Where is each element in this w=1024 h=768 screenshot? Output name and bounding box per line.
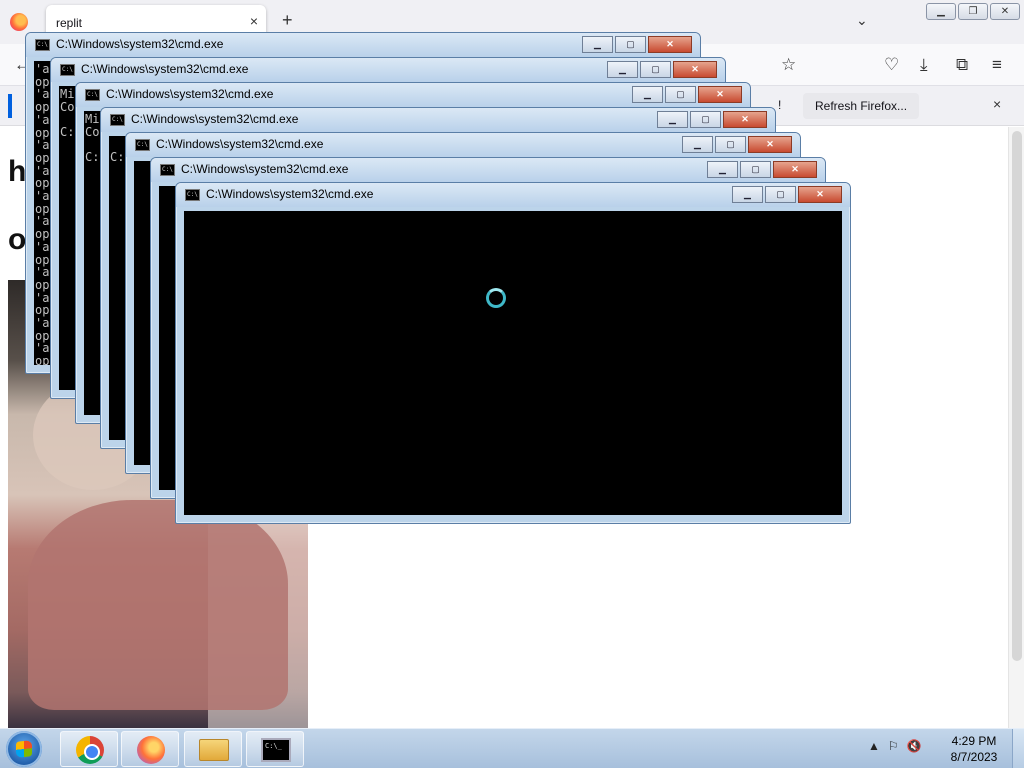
cmd-close-button[interactable]: ✕ — [673, 61, 717, 78]
taskbar-chrome[interactable] — [60, 731, 118, 767]
cmd-title-bar[interactable]: C:\ C:\Windows\system32\cmd.exe ▁ ▢ ✕ — [101, 108, 775, 132]
cmd-minimize-button[interactable]: ▁ — [732, 186, 763, 203]
volume-muted-icon[interactable]: 🔇 — [907, 739, 922, 753]
cmd-maximize-button[interactable]: ▢ — [715, 136, 746, 153]
cmd-window-title: C:\Windows\system32\cmd.exe — [206, 187, 374, 201]
page-scrollbar[interactable] — [1008, 127, 1024, 728]
tab-title: replit — [56, 16, 83, 30]
window-close-button[interactable]: ✕ — [990, 3, 1020, 20]
cmd-close-button[interactable]: ✕ — [698, 86, 742, 103]
cmd-window-title: C:\Windows\system32\cmd.exe — [131, 112, 299, 126]
cmd-close-button[interactable]: ✕ — [773, 161, 817, 178]
cmd-maximize-button[interactable]: ▢ — [765, 186, 796, 203]
chrome-icon — [76, 736, 104, 764]
cmd-minimize-button[interactable]: ▁ — [657, 111, 688, 128]
taskbar-explorer[interactable] — [184, 731, 242, 767]
list-all-tabs-button[interactable]: ⌄ — [856, 12, 868, 29]
extensions-icon[interactable]: ⧉ — [956, 55, 968, 75]
new-tab-button[interactable]: + — [282, 10, 293, 31]
refresh-firefox-button[interactable]: Refresh Firefox... — [803, 93, 920, 119]
cmd-title-bar[interactable]: C:\ C:\Windows\system32\cmd.exe ▁ ▢ ✕ — [51, 58, 725, 82]
page-heading-2: o — [8, 223, 27, 256]
cmd-window-title: C:\Windows\system32\cmd.exe — [106, 87, 274, 101]
windows-logo-icon — [16, 740, 32, 758]
cmd-window-icon: C:\ — [85, 89, 100, 101]
firefox-taskbar-icon — [137, 736, 165, 764]
cmd-window-title: C:\Windows\system32\cmd.exe — [181, 162, 349, 176]
cmd-window-icon: C:\ — [60, 64, 75, 76]
cmd-window-title: C:\Windows\system32\cmd.exe — [56, 37, 224, 51]
window-controls: ▁ ❐ ✕ — [926, 3, 1020, 20]
taskbar-cmd[interactable]: C:\_ — [246, 731, 304, 767]
cmd-title-bar[interactable]: C:\ C:\Windows\system32\cmd.exe ▁ ▢ ✕ — [126, 133, 800, 157]
notification-accent — [8, 94, 12, 118]
cmd-close-button[interactable]: ✕ — [723, 111, 767, 128]
clock-date: 8/7/2023 — [950, 750, 998, 764]
cmd-window-icon: C:\ — [160, 164, 175, 176]
cmd-minimize-button[interactable]: ▁ — [632, 86, 663, 103]
window-minimize-button[interactable]: ▁ — [926, 3, 956, 20]
cmd-close-button[interactable]: ✕ — [648, 36, 692, 53]
pocket-icon[interactable]: ♡ — [884, 55, 899, 75]
cmd-window-icon: C:\ — [185, 189, 200, 201]
cmd-window-icon: C:\ — [135, 139, 150, 151]
cmd-icon: C:\_ — [261, 738, 291, 762]
cmd-window-icon: C:\ — [35, 39, 50, 51]
cmd-title-bar[interactable]: C:\ C:\Windows\system32\cmd.exe ▁ ▢ ✕ — [151, 158, 825, 182]
clock[interactable]: 4:29 PM 8/7/2023 — [944, 733, 1004, 765]
notification-close-icon[interactable]: × — [993, 96, 1001, 112]
cmd-title-bar[interactable]: C:\ C:\Windows\system32\cmd.exe ▁ ▢ ✕ — [26, 33, 700, 57]
network-icon[interactable]: ⚐ — [888, 739, 899, 753]
bookmark-star-icon[interactable]: ☆ — [781, 55, 796, 75]
cmd-minimize-button[interactable]: ▁ — [582, 36, 613, 53]
cmd-minimize-button[interactable]: ▁ — [682, 136, 713, 153]
notification-text-fragment: ! — [778, 98, 782, 112]
taskbar-firefox[interactable] — [121, 731, 179, 767]
show-hidden-icons-button[interactable]: ▲ — [868, 739, 880, 753]
loading-spinner-icon — [486, 288, 506, 308]
desktop-screen: replit × + ⌄ ▁ ❐ ✕ ← ☆ ♡ ⤓ ⧉ ≡ ! Refresh… — [0, 0, 1024, 768]
cmd-console-output[interactable] — [184, 211, 842, 515]
cmd-close-button[interactable]: ✕ — [798, 186, 842, 203]
clock-time: 4:29 PM — [951, 734, 997, 748]
cmd-title-bar[interactable]: C:\ C:\Windows\system32\cmd.exe ▁ ▢ ✕ — [76, 83, 750, 107]
cmd-maximize-button[interactable]: ▢ — [615, 36, 646, 53]
firefox-icon — [10, 13, 28, 31]
folder-icon — [199, 739, 229, 761]
window-restore-button[interactable]: ❐ — [958, 3, 988, 20]
cmd-maximize-button[interactable]: ▢ — [740, 161, 771, 178]
cmd-window[interactable]: C:\ C:\Windows\system32\cmd.exe ▁ ▢ ✕ — [175, 182, 851, 524]
system-tray: ▲ ⚐ 🔇 — [868, 739, 922, 753]
taskbar: C:\_ ▲ ⚐ 🔇 4:29 PM 8/7/2023 — [0, 728, 1024, 768]
cmd-window-title: C:\Windows\system32\cmd.exe — [156, 137, 324, 151]
downloads-icon[interactable]: ⤓ — [920, 55, 928, 75]
start-button[interactable] — [6, 731, 42, 767]
show-desktop-button[interactable] — [1012, 729, 1024, 768]
cmd-window-icon: C:\ — [110, 114, 125, 126]
cmd-maximize-button[interactable]: ▢ — [690, 111, 721, 128]
tab-close-icon[interactable]: × — [250, 13, 258, 29]
cmd-maximize-button[interactable]: ▢ — [665, 86, 696, 103]
page-heading-1: h — [8, 155, 27, 188]
cmd-minimize-button[interactable]: ▁ — [707, 161, 738, 178]
menu-icon[interactable]: ≡ — [992, 55, 1002, 75]
cmd-title-bar[interactable]: C:\ C:\Windows\system32\cmd.exe ▁ ▢ ✕ — [176, 183, 850, 207]
cmd-maximize-button[interactable]: ▢ — [640, 61, 671, 78]
cmd-close-button[interactable]: ✕ — [748, 136, 792, 153]
cmd-minimize-button[interactable]: ▁ — [607, 61, 638, 78]
cmd-window-title: C:\Windows\system32\cmd.exe — [81, 62, 249, 76]
